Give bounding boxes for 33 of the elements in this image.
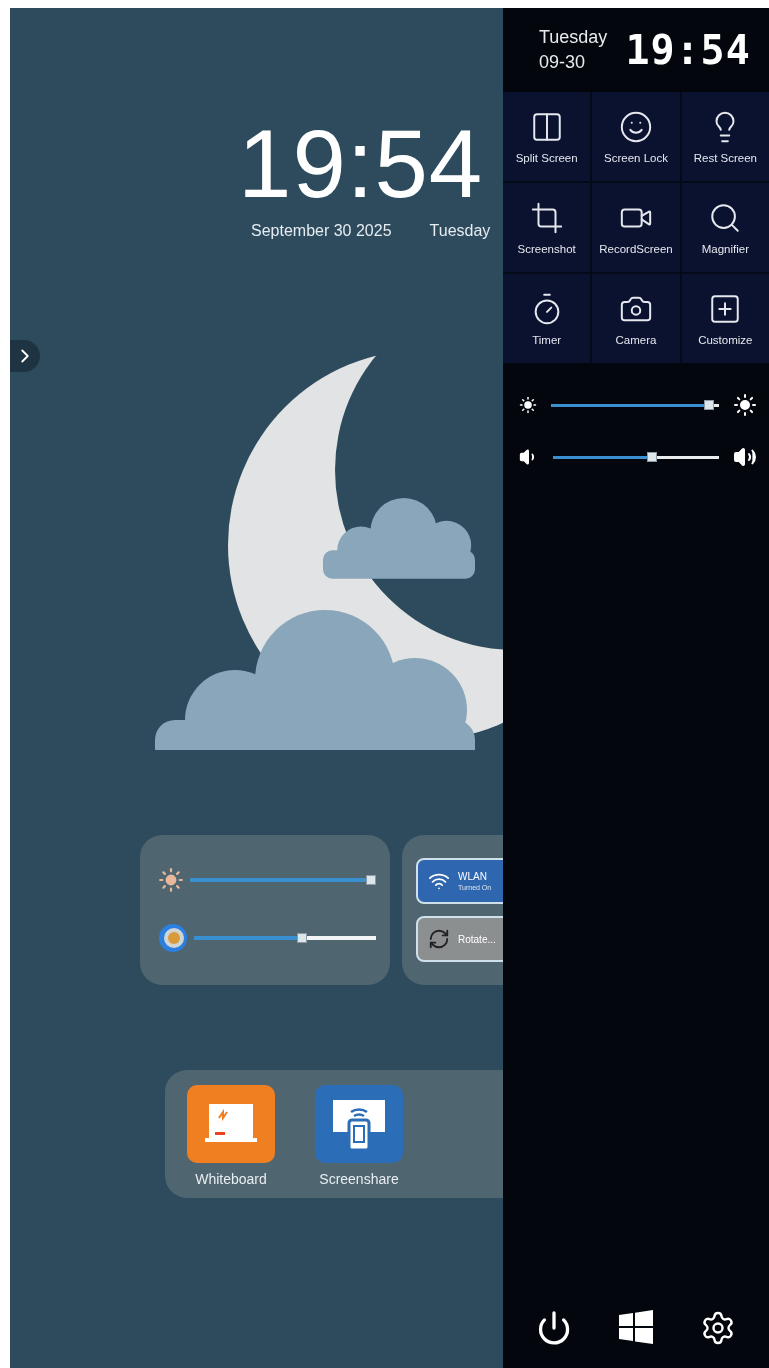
panel-time: 19:54 [625, 27, 751, 73]
slider-thumb[interactable] [704, 400, 715, 410]
quick-action-tile[interactable]: Magnifier [681, 183, 769, 272]
brightness-slider[interactable] [190, 874, 376, 886]
slider-thumb[interactable] [366, 875, 376, 885]
quick-action-tile[interactable]: Screen Lock [592, 92, 680, 181]
music-disc-icon [158, 923, 188, 953]
quick-action-tile[interactable]: Camera [592, 274, 680, 363]
quick-action-tile[interactable]: Screenshot [503, 183, 591, 272]
quick-action-tile[interactable]: Customize [681, 274, 769, 363]
volume-slider[interactable] [553, 451, 719, 463]
quick-action-tile[interactable]: Timer [503, 274, 591, 363]
quick-action-tile[interactable]: Split Screen [503, 92, 591, 181]
sun-large-icon [733, 393, 757, 417]
brightness-slider[interactable] [551, 399, 719, 411]
smiley-face-icon [619, 109, 653, 144]
sun-icon [158, 867, 184, 893]
quick-action-tile[interactable]: Rest Screen [681, 92, 769, 181]
windows-logo-icon [619, 1310, 653, 1344]
clock-date: September 30 2025 [251, 222, 392, 240]
sun-small-icon [519, 396, 537, 414]
clock-weekday: Tuesday [429, 222, 491, 240]
slider-thumb[interactable] [646, 452, 657, 462]
crop-icon [529, 200, 564, 235]
speaker-high-icon [733, 445, 757, 469]
panel-date: 09-30 [539, 52, 587, 73]
expand-button[interactable] [10, 340, 40, 372]
rotate-icon [428, 928, 450, 950]
slider-thumb[interactable] [297, 933, 308, 943]
volume-slider[interactable] [194, 932, 376, 944]
quick-action-tile[interactable]: RecordScreen [592, 183, 680, 272]
panel-weekday: Tuesday [539, 27, 608, 48]
clock-time: 19:54 [238, 116, 484, 212]
